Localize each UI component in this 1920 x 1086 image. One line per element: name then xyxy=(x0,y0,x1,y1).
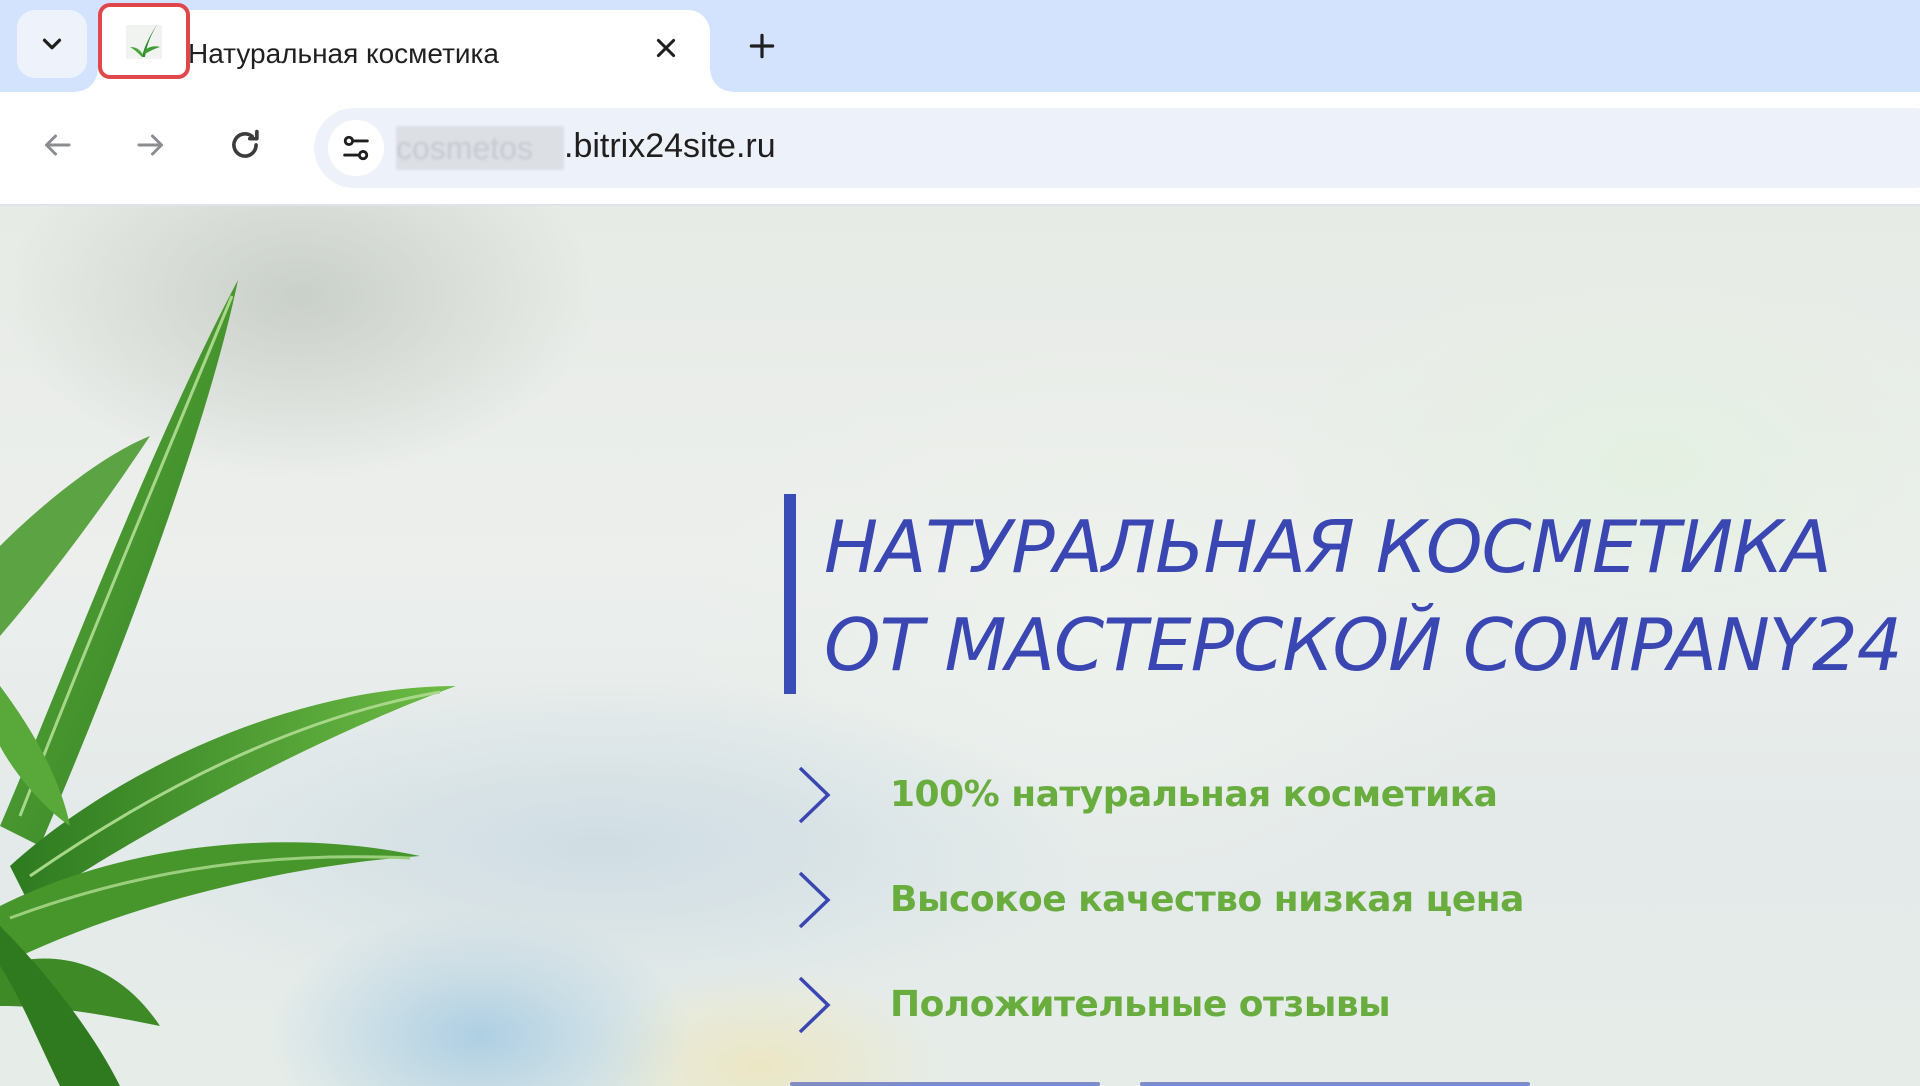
address-bar[interactable]: cosmetos .bitrix24site.ru xyxy=(314,108,1920,188)
chevron-right-icon xyxy=(790,974,838,1036)
favicon-highlight xyxy=(98,3,190,79)
tab-strip: Натуральная косметика xyxy=(0,0,1920,92)
feature-text: 100% натуральная косметика xyxy=(890,774,1498,815)
reload-button[interactable] xyxy=(216,116,274,174)
tab-close-button[interactable] xyxy=(646,28,686,68)
url-redacted-part: cosmetos xyxy=(396,126,564,170)
browser-window: Натуральная косметика cosmetos .bitrix24… xyxy=(0,0,1920,1086)
arrow-right-icon xyxy=(137,134,163,156)
chevron-down-icon xyxy=(42,38,62,50)
feature-list: 100% натуральная косметика Высокое качес… xyxy=(790,742,1524,1057)
chevron-right-icon xyxy=(790,869,838,931)
tab-search-button[interactable] xyxy=(17,10,87,78)
browser-toolbar: cosmetos .bitrix24site.ru xyxy=(0,92,1920,206)
close-icon xyxy=(656,38,676,58)
forward-button[interactable] xyxy=(122,116,180,174)
hero-title: Натуральная косметика от мастерской Comp… xyxy=(824,505,1903,687)
plus-icon xyxy=(749,33,775,59)
tab-title: Натуральная косметика xyxy=(188,38,499,69)
feature-text: Положительные отзывы xyxy=(890,984,1391,1025)
cta-button-edge[interactable] xyxy=(1140,1082,1530,1086)
url-text: .bitrix24site.ru xyxy=(564,127,776,165)
back-button[interactable] xyxy=(28,116,86,174)
cta-button-edge[interactable] xyxy=(790,1082,1100,1086)
cannabis-leaf-image xyxy=(0,280,456,1086)
tune-icon xyxy=(343,135,369,161)
chevron-right-icon xyxy=(790,764,838,826)
tab-active[interactable]: Натуральная косметика xyxy=(76,3,732,92)
hero-accent-bar xyxy=(784,494,796,694)
feature-item: Высокое качество низкая цена xyxy=(790,847,1524,952)
feature-text: Высокое качество низкая цена xyxy=(890,879,1524,920)
leaf-icon xyxy=(126,23,162,59)
feature-item: 100% натуральная косметика xyxy=(790,742,1524,847)
reload-icon xyxy=(232,129,259,158)
site-info-button[interactable] xyxy=(328,120,384,176)
page-hero: Натуральная косметика от мастерской Comp… xyxy=(0,206,1920,1086)
arrow-left-icon xyxy=(45,134,71,156)
feature-item: Положительные отзывы xyxy=(790,952,1524,1057)
new-tab-button[interactable] xyxy=(740,24,784,68)
